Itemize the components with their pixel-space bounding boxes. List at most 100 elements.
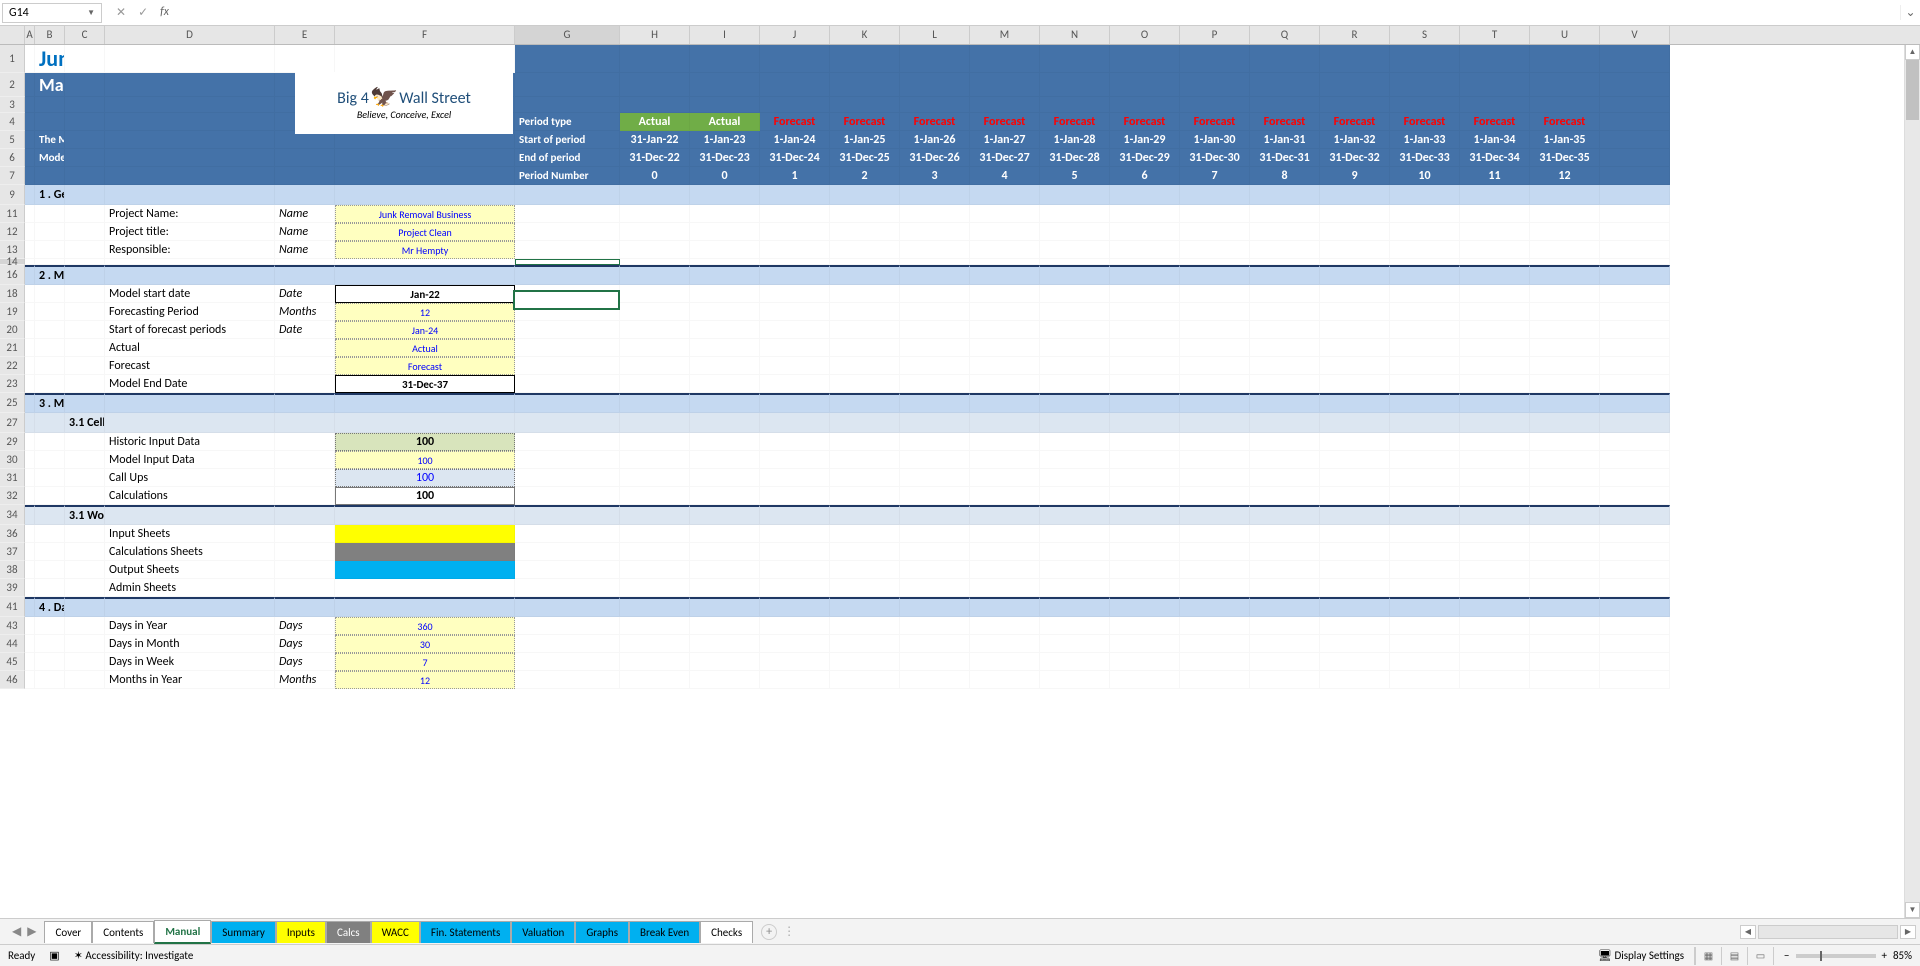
cell[interactable] (1530, 375, 1600, 393)
cell[interactable] (335, 393, 515, 413)
cell[interactable] (1180, 73, 1250, 97)
cell[interactable] (1530, 45, 1600, 73)
cell[interactable]: Input Sheets (105, 525, 275, 543)
cell[interactable] (65, 205, 105, 223)
cell[interactable] (1390, 597, 1460, 617)
cell[interactable] (690, 375, 760, 393)
cell[interactable] (515, 543, 620, 561)
cell[interactable] (1040, 469, 1110, 487)
cell[interactable] (1460, 339, 1530, 357)
cell[interactable]: Jan-22 (335, 285, 515, 303)
cell[interactable] (1320, 597, 1390, 617)
cell[interactable] (620, 241, 690, 259)
cell[interactable] (65, 543, 105, 561)
cell[interactable] (620, 413, 690, 433)
cell[interactable] (970, 375, 1040, 393)
cell[interactable] (1040, 597, 1110, 617)
cell[interactable]: Date (275, 285, 335, 303)
cell[interactable] (35, 653, 65, 671)
cell[interactable] (690, 97, 760, 113)
cell[interactable]: Days in Week (105, 653, 275, 671)
cell[interactable] (515, 223, 620, 241)
cell[interactable] (970, 357, 1040, 375)
cell[interactable] (1530, 285, 1600, 303)
cell[interactable] (1530, 561, 1600, 579)
cell[interactable]: 1-Jan-34 (1460, 131, 1530, 149)
cell[interactable]: 1-Jan-29 (1110, 131, 1180, 149)
cell[interactable] (1040, 487, 1110, 505)
cell[interactable] (275, 469, 335, 487)
cell[interactable] (1180, 357, 1250, 375)
cell[interactable] (1600, 205, 1670, 223)
cell[interactable] (515, 185, 620, 205)
cell[interactable] (65, 285, 105, 303)
cell[interactable] (1600, 487, 1670, 505)
cell[interactable] (515, 597, 620, 617)
cell[interactable]: Name (275, 223, 335, 241)
cell[interactable] (620, 561, 690, 579)
cell[interactable] (1390, 617, 1460, 635)
cell[interactable] (275, 525, 335, 543)
cell[interactable] (65, 97, 105, 113)
cell[interactable]: 0 (620, 167, 690, 185)
col-header[interactable]: H (620, 26, 690, 44)
cell[interactable] (515, 97, 620, 113)
cell[interactable] (1110, 653, 1180, 671)
cell[interactable] (830, 579, 900, 597)
cell[interactable] (970, 223, 1040, 241)
cell[interactable] (1250, 97, 1320, 113)
cell[interactable] (65, 357, 105, 375)
cell[interactable] (690, 265, 760, 285)
cell[interactable] (1180, 303, 1250, 321)
cell[interactable] (760, 451, 830, 469)
cell[interactable] (1180, 393, 1250, 413)
cell[interactable] (1110, 433, 1180, 451)
cell[interactable] (830, 525, 900, 543)
cell[interactable] (1600, 167, 1670, 185)
cell[interactable] (830, 185, 900, 205)
cell[interactable] (25, 97, 35, 113)
tab-summary[interactable]: Summary (211, 921, 276, 943)
cell[interactable]: 10 (1390, 167, 1460, 185)
cell[interactable] (65, 597, 105, 617)
cell[interactable] (515, 339, 620, 357)
cell[interactable]: Forecast (970, 113, 1040, 131)
cell[interactable] (1390, 45, 1460, 73)
cell[interactable] (1180, 223, 1250, 241)
cell[interactable]: 2 . Model timeline (35, 265, 65, 285)
cell[interactable] (620, 285, 690, 303)
cell[interactable] (35, 579, 65, 597)
cell[interactable]: 12 (335, 303, 515, 321)
tab-calcs[interactable]: Calcs (326, 921, 371, 943)
cell[interactable] (620, 487, 690, 505)
cell[interactable] (335, 561, 515, 579)
cell[interactable] (1600, 149, 1670, 167)
cell[interactable] (335, 265, 515, 285)
cell[interactable] (1390, 321, 1460, 339)
cell[interactable] (105, 97, 275, 113)
cell[interactable]: Junk Removal Business (335, 205, 515, 223)
cell[interactable] (760, 97, 830, 113)
cell[interactable] (25, 543, 35, 561)
cell[interactable]: Model Input Data (105, 451, 275, 469)
cell[interactable]: Project Name: (105, 205, 275, 223)
cell[interactable]: 1-Jan-35 (1530, 131, 1600, 149)
row-header[interactable]: 41 (0, 597, 25, 617)
cell[interactable] (1040, 339, 1110, 357)
cell[interactable]: 3.1 Cells Color Coding (65, 413, 105, 433)
cell[interactable]: Calculations (105, 487, 275, 505)
cell[interactable] (1110, 241, 1180, 259)
cell[interactable] (1040, 433, 1110, 451)
cell[interactable] (335, 413, 515, 433)
cell[interactable] (900, 525, 970, 543)
cell[interactable] (1110, 543, 1180, 561)
cell[interactable] (900, 635, 970, 653)
cell[interactable] (1180, 671, 1250, 689)
cell[interactable]: 30 (335, 635, 515, 653)
cell[interactable] (515, 579, 620, 597)
cell[interactable] (1320, 241, 1390, 259)
name-box-dropdown-icon[interactable]: ▼ (87, 8, 95, 18)
cell[interactable] (25, 413, 35, 433)
cell[interactable] (970, 73, 1040, 97)
cell[interactable] (900, 185, 970, 205)
